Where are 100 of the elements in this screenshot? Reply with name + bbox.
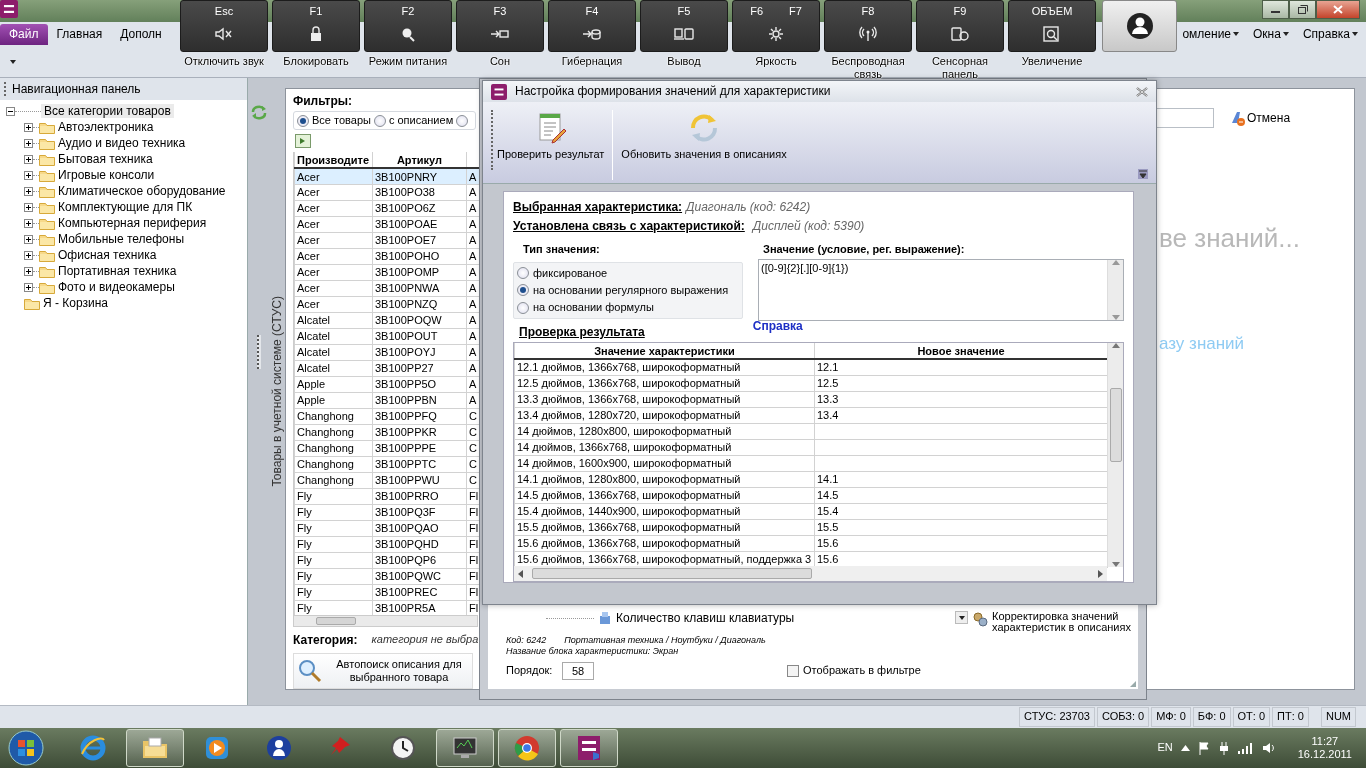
expand-toggle[interactable] (24, 250, 33, 260)
tree-item[interactable]: Все категории товаров (41, 103, 174, 119)
checkbox-label[interactable]: Отображать в фильтре (803, 664, 921, 678)
expand-toggle[interactable] (24, 202, 33, 212)
maximize-button[interactable] (1289, 0, 1316, 19)
function-key[interactable]: F6 F7 (732, 0, 820, 52)
horizontal-scrollbar[interactable] (293, 614, 478, 627)
expand-toggle[interactable] (24, 122, 33, 132)
function-key[interactable]: F5 (640, 0, 728, 52)
close-button[interactable] (1316, 0, 1360, 19)
function-key[interactable]: F2 (364, 0, 452, 52)
function-key[interactable]: F4 (548, 0, 636, 52)
signal-icon[interactable] (1237, 742, 1254, 754)
column-header[interactable]: Производите (294, 152, 373, 169)
overflow-icon[interactable] (1138, 168, 1148, 179)
cancel-button[interactable]: Отмена (1230, 110, 1291, 126)
tree-item[interactable]: Бытовая техника (55, 151, 156, 167)
clock-time[interactable]: 11:27 (1311, 735, 1339, 748)
collapse-toggle[interactable] (6, 106, 15, 116)
tree-item[interactable]: Автоэлектроника (55, 119, 157, 135)
radio-button[interactable] (456, 114, 469, 127)
flag-icon[interactable] (1197, 741, 1210, 755)
status-cell: ОТ: 0 (1232, 707, 1271, 727)
radio-label[interactable]: на основании формулы (533, 301, 654, 315)
vertical-scrollbar[interactable] (1107, 259, 1123, 320)
tree-item[interactable]: Аудио и видео техника (55, 135, 189, 151)
tree-item[interactable]: Офисная техника (55, 247, 160, 263)
vertical-scrollbar[interactable] (1107, 343, 1123, 567)
clock-date[interactable]: 16.12.2011 (1297, 748, 1352, 761)
ribbon-tab[interactable]: Дополн (111, 23, 171, 45)
taskbar-button[interactable] (126, 729, 184, 767)
taskbar-button[interactable] (436, 729, 494, 767)
show-hidden-icons[interactable] (1180, 745, 1190, 751)
tree-item[interactable]: Я - Корзина (40, 295, 112, 311)
expand-toggle[interactable] (24, 138, 33, 148)
close-button[interactable] (1136, 86, 1148, 97)
radio-button[interactable] (517, 267, 529, 280)
horizontal-scrollbar[interactable] (514, 566, 1107, 581)
autosearch-button[interactable]: Автопоиск описания для выбранного товара (293, 653, 473, 689)
plug-icon[interactable] (1217, 741, 1230, 755)
function-key[interactable]: F1 (272, 0, 360, 52)
caret-icon[interactable] (10, 60, 16, 64)
radio-button[interactable] (297, 114, 309, 127)
language-indicator[interactable]: EN (1157, 741, 1173, 755)
tree-item[interactable]: Комплектующие для ПК (55, 199, 196, 215)
ribbon-tab[interactable]: Файл (0, 23, 48, 45)
export-icon[interactable] (295, 134, 311, 149)
checkbox[interactable] (787, 665, 799, 677)
menu-button[interactable]: омление (1178, 23, 1244, 45)
table-cell: 3B100POUT (372, 328, 467, 345)
tree-item[interactable]: Игровые консоли (55, 167, 158, 183)
taskbar-button[interactable] (560, 729, 618, 767)
minimize-button[interactable] (1262, 0, 1289, 19)
column-header[interactable]: Новое значение (814, 343, 1108, 359)
expand-toggle[interactable] (24, 282, 33, 292)
dropdown-button[interactable] (955, 611, 968, 624)
function-key[interactable]: F9 (916, 0, 1004, 52)
correction-button[interactable]: Корректировка значений характеристик в описаниях (972, 611, 1132, 633)
speaker-icon[interactable] (1261, 742, 1276, 754)
radio-button[interactable] (517, 301, 529, 314)
expand-toggle[interactable] (24, 170, 33, 180)
function-key[interactable]: F8 (824, 0, 912, 52)
start-button[interactable] (6, 729, 46, 767)
menu-button[interactable]: Справка (1298, 23, 1362, 45)
expand-toggle[interactable] (24, 218, 33, 228)
expand-toggle[interactable] (24, 234, 33, 244)
column-header[interactable]: Значение характеристики (514, 343, 815, 359)
tree-item[interactable]: Портативная техника (55, 263, 180, 279)
display-icon (674, 26, 694, 43)
resize-grip[interactable] (1129, 680, 1137, 688)
ribbon-tab[interactable]: Главная (47, 23, 112, 45)
column-header[interactable]: Артикул (372, 152, 467, 169)
person-icon[interactable] (1125, 12, 1154, 40)
search-field[interactable] (1154, 108, 1214, 128)
radio-button[interactable] (517, 284, 529, 297)
toolbar-button[interactable]: Обновить значения в описаниях (617, 110, 791, 164)
order-field[interactable]: 58 (562, 662, 594, 680)
radio-label[interactable]: фиксированое (533, 266, 608, 280)
splitter-grip[interactable] (257, 335, 261, 369)
expand-toggle[interactable] (24, 186, 33, 196)
radio-label[interactable]: Все товары (312, 114, 371, 128)
tree-item[interactable]: Климатическое оборудование (55, 183, 229, 199)
taskbar-button[interactable] (498, 729, 556, 767)
menu-button[interactable]: Окна (1249, 23, 1293, 45)
grip-handle[interactable] (4, 82, 6, 96)
function-key[interactable]: ОБЪЕМ (1008, 0, 1096, 52)
expand-toggle[interactable] (24, 266, 33, 276)
radio-label[interactable]: на основании регулярного выражения (533, 283, 729, 297)
tree-item[interactable]: Фото и видеокамеры (55, 279, 178, 295)
radio-button[interactable] (373, 114, 386, 127)
tree-item[interactable]: Мобильные телефоны (55, 231, 187, 247)
help-link[interactable]: Справка (752, 318, 803, 339)
scroll-up-icon (1111, 343, 1120, 348)
function-key[interactable]: Esc (180, 0, 268, 52)
tree-item[interactable]: Компьютерная периферия (55, 215, 210, 231)
toolbar-button[interactable]: Проверить результат (493, 110, 609, 164)
value-field[interactable]: ([0-9]{2}[.][0-9]{1}) (758, 258, 1124, 321)
radio-label[interactable]: с описанием (388, 114, 454, 128)
function-key[interactable]: F3 (456, 0, 544, 52)
expand-toggle[interactable] (24, 154, 33, 164)
